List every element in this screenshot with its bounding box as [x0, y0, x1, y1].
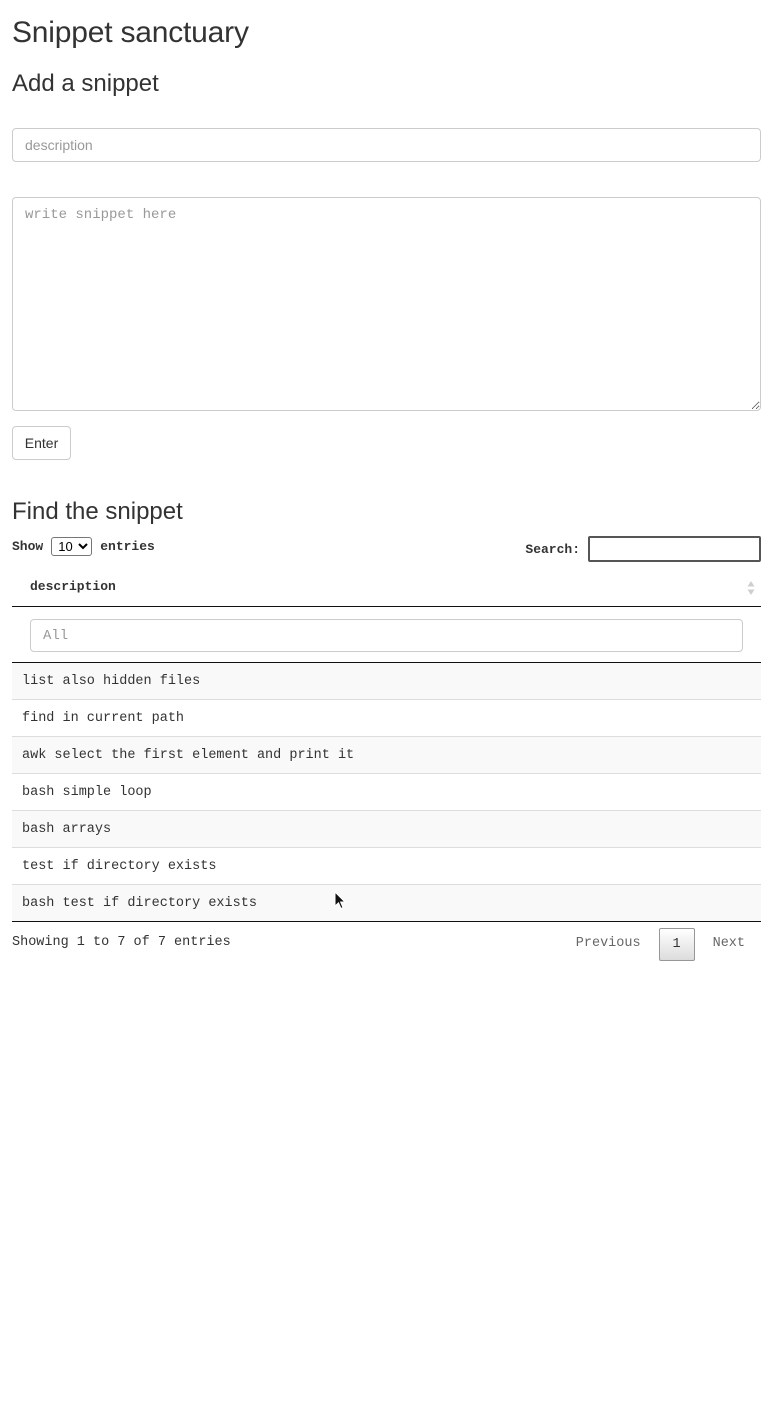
- enter-button[interactable]: Enter: [12, 426, 71, 460]
- table-row[interactable]: find in current path: [12, 700, 761, 737]
- table-search-input[interactable]: [588, 536, 761, 562]
- entries-per-page-select[interactable]: 10: [51, 537, 93, 556]
- pagination: Previous 1 Next: [560, 927, 761, 961]
- table-row[interactable]: bash test if directory exists: [12, 885, 761, 922]
- table-row[interactable]: awk select the first element and print i…: [12, 737, 761, 774]
- next-page-button[interactable]: Next: [697, 927, 761, 961]
- add-snippet-heading: Add a snippet: [12, 70, 159, 97]
- length-suffix-label: entries: [100, 539, 155, 554]
- length-prefix-label: Show: [12, 539, 44, 554]
- mouse-pointer-icon: [334, 891, 346, 910]
- table-row[interactable]: bash arrays: [12, 811, 761, 848]
- find-snippet-heading: Find the snippet: [12, 498, 183, 525]
- page-1-button[interactable]: 1: [658, 927, 695, 961]
- table-row[interactable]: bash simple loop: [12, 774, 761, 811]
- previous-page-button[interactable]: Previous: [560, 927, 657, 961]
- table-info: Showing 1 to 7 of 7 entries: [12, 935, 231, 950]
- column-header-description[interactable]: description: [30, 579, 116, 594]
- search-label: Search:: [525, 541, 580, 557]
- entries-length-control: Show 10 entries: [12, 537, 155, 556]
- column-filter-row: [12, 607, 761, 663]
- sort-both-icon: [747, 581, 755, 595]
- table-search-control: Search:: [525, 536, 761, 562]
- snippet-textarea[interactable]: [12, 197, 761, 411]
- table-row[interactable]: list also hidden files: [12, 663, 761, 700]
- snippet-table-body: list also hidden files find in current p…: [12, 663, 761, 922]
- page-title: Snippet sanctuary: [12, 16, 249, 49]
- description-filter-input[interactable]: [30, 619, 743, 652]
- table-row[interactable]: test if directory exists: [12, 848, 761, 885]
- description-input[interactable]: [12, 128, 761, 162]
- table-header[interactable]: description: [12, 568, 761, 607]
